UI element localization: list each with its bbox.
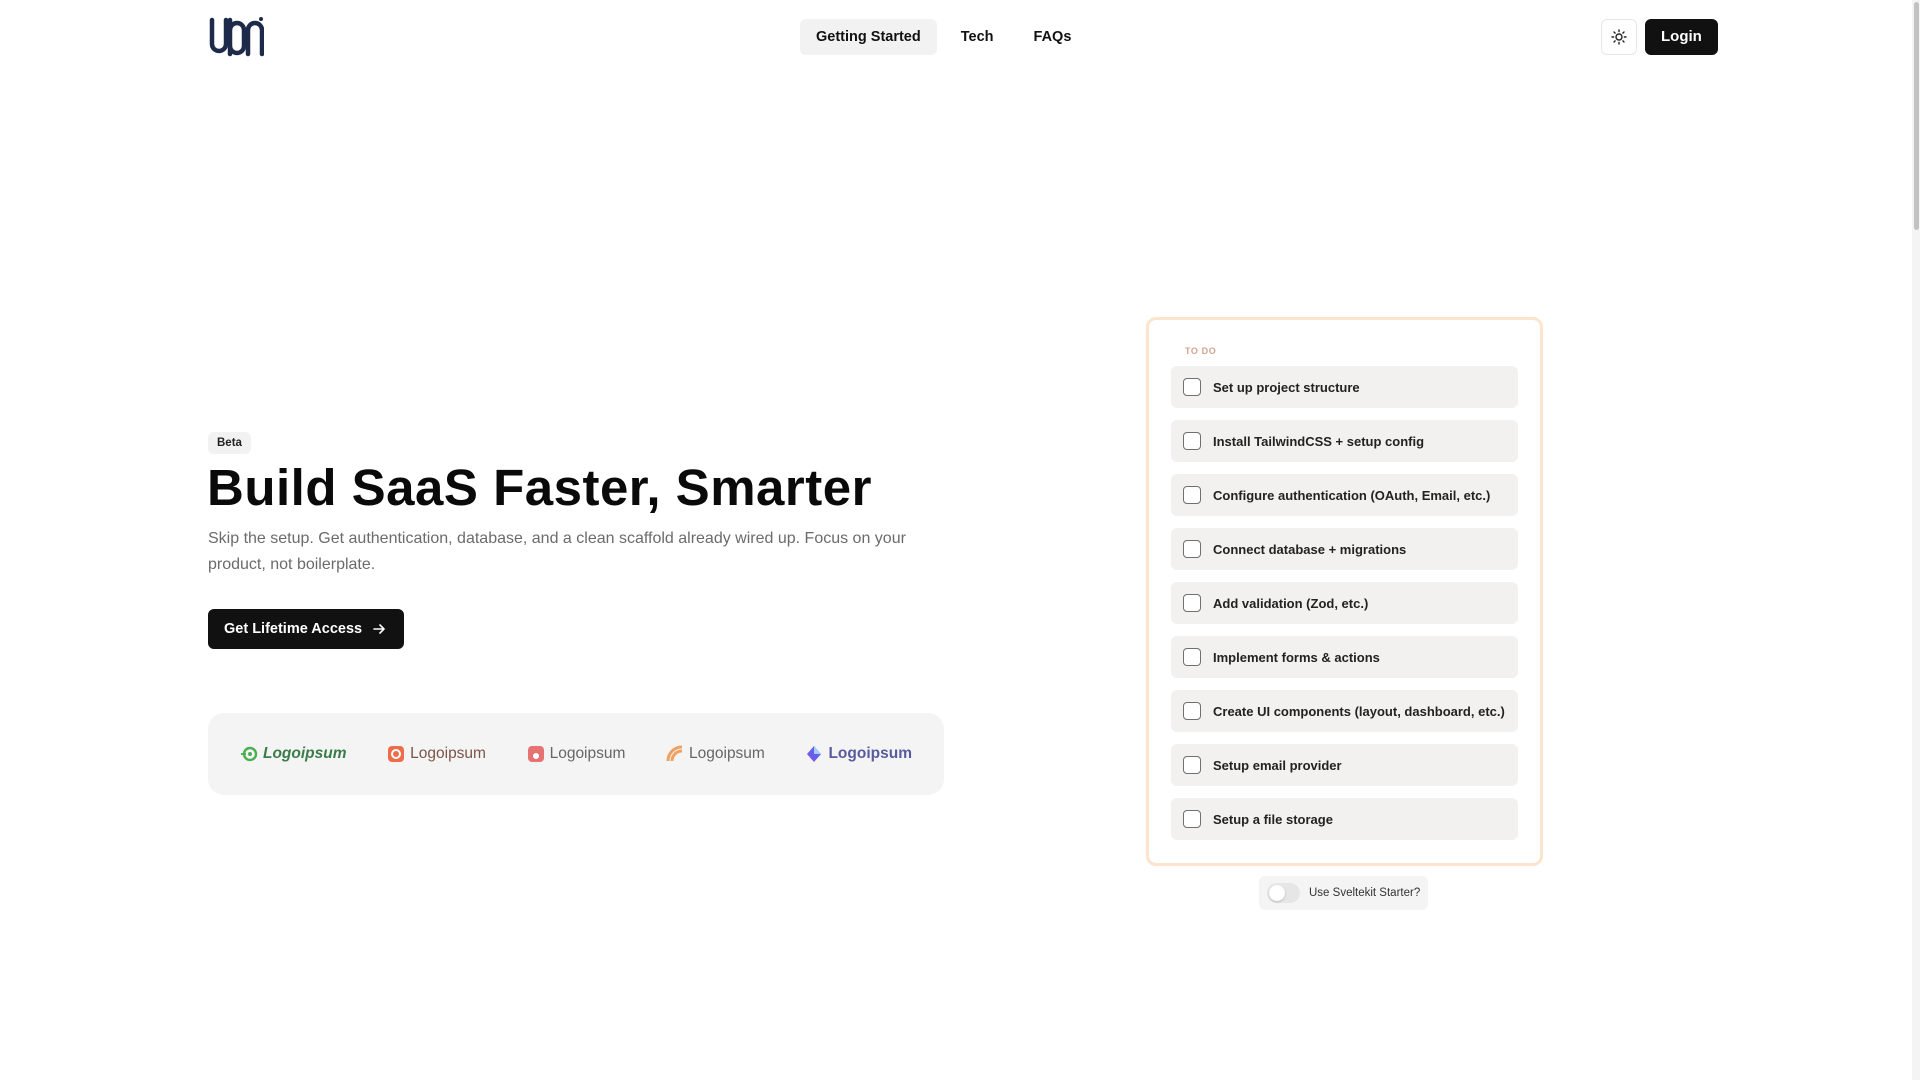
beta-badge: Beta bbox=[208, 432, 251, 454]
logoipsum-diamond-icon bbox=[807, 746, 822, 762]
nav-faqs[interactable]: FAQs bbox=[1018, 19, 1088, 55]
nav-tech[interactable]: Tech bbox=[945, 19, 1010, 55]
partner-logo: Logoipsum bbox=[527, 745, 625, 763]
get-lifetime-access-button[interactable]: Get Lifetime Access bbox=[208, 609, 405, 649]
logoipsum-c-icon bbox=[388, 746, 405, 762]
partner-logo: Logoipsum bbox=[387, 745, 486, 763]
toggle-switch[interactable] bbox=[1267, 883, 1300, 903]
site-header: Getting Started Tech FAQs Login bbox=[0, 0, 1920, 74]
partner-logo: Logoipsum bbox=[666, 745, 765, 763]
partner-logo: Logoipsum bbox=[240, 745, 347, 763]
todo-checkbox[interactable] bbox=[1183, 648, 1201, 666]
hero-headline: Build SaaS Faster, Smarter bbox=[207, 459, 872, 516]
todo-checkbox[interactable] bbox=[1183, 540, 1201, 558]
todo-label: Setup email provider bbox=[1213, 757, 1342, 773]
todo-item[interactable]: Connect database + migrations bbox=[1171, 528, 1518, 570]
todo-list: Set up project structure Install Tailwin… bbox=[1171, 366, 1518, 840]
todo-item[interactable]: Setup email provider bbox=[1171, 744, 1518, 786]
logoipsum-leaf-icon bbox=[241, 746, 258, 762]
todo-item[interactable]: Configure authentication (OAuth, Email, … bbox=[1171, 474, 1518, 516]
todo-item[interactable]: Implement forms & actions bbox=[1171, 636, 1518, 678]
todo-label: Set up project structure bbox=[1213, 379, 1360, 395]
todo-label: Create UI components (layout, dashboard,… bbox=[1213, 703, 1505, 719]
hero-subtext: Skip the setup. Get authentication, data… bbox=[208, 530, 906, 573]
toggle-knob bbox=[1269, 885, 1285, 901]
logoipsum-wave-icon bbox=[666, 745, 683, 762]
todo-checkbox[interactable] bbox=[1183, 702, 1201, 720]
todo-label: Setup a file storage bbox=[1213, 811, 1333, 827]
main-nav: Getting Started Tech FAQs bbox=[800, 19, 1087, 55]
arrow-right-icon bbox=[373, 624, 385, 634]
todo-item[interactable]: Install TailwindCSS + setup config bbox=[1171, 420, 1518, 462]
theme-toggle-button[interactable] bbox=[1601, 19, 1637, 55]
todo-checkbox[interactable] bbox=[1183, 594, 1201, 612]
todo-item[interactable]: Create UI components (layout, dashboard,… bbox=[1171, 690, 1518, 732]
todo-label: Add validation (Zod, etc.) bbox=[1213, 595, 1369, 611]
partner-logo: Logoipsum bbox=[805, 745, 912, 763]
todo-checkbox[interactable] bbox=[1183, 810, 1201, 828]
nav-getting-started[interactable]: Getting Started bbox=[800, 19, 937, 55]
sveltekit-starter-toggle[interactable]: Use Sveltekit Starter? bbox=[1259, 876, 1429, 910]
todo-header: TO DO bbox=[1185, 346, 1217, 356]
login-button[interactable]: Login bbox=[1645, 19, 1718, 55]
cta-label: Get Lifetime Access bbox=[224, 621, 363, 637]
todo-checkbox[interactable] bbox=[1183, 486, 1201, 504]
todo-checkbox[interactable] bbox=[1183, 378, 1201, 396]
partner-logos: Logoipsum Logoipsum Logoipsum Logoipsum … bbox=[208, 713, 944, 795]
logoipsum-burst-icon bbox=[527, 746, 544, 762]
toggle-label: Use Sveltekit Starter? bbox=[1309, 887, 1421, 899]
todo-item[interactable]: Setup a file storage bbox=[1171, 798, 1518, 840]
todo-item[interactable]: Set up project structure bbox=[1171, 366, 1518, 408]
todo-checkbox[interactable] bbox=[1183, 756, 1201, 774]
scrollbar-thumb[interactable] bbox=[1914, 2, 1919, 230]
todo-card: TO DO Set up project structure Install T… bbox=[1146, 317, 1543, 866]
todo-label: Install TailwindCSS + setup config bbox=[1213, 433, 1425, 449]
todo-label: Configure authentication (OAuth, Email, … bbox=[1213, 487, 1491, 503]
sun-icon bbox=[1611, 29, 1627, 45]
logo[interactable] bbox=[208, 16, 264, 58]
todo-checkbox[interactable] bbox=[1183, 432, 1201, 450]
todo-label: Connect database + migrations bbox=[1213, 541, 1407, 557]
todo-label: Implement forms & actions bbox=[1213, 649, 1380, 665]
todo-item[interactable]: Add validation (Zod, etc.) bbox=[1171, 582, 1518, 624]
